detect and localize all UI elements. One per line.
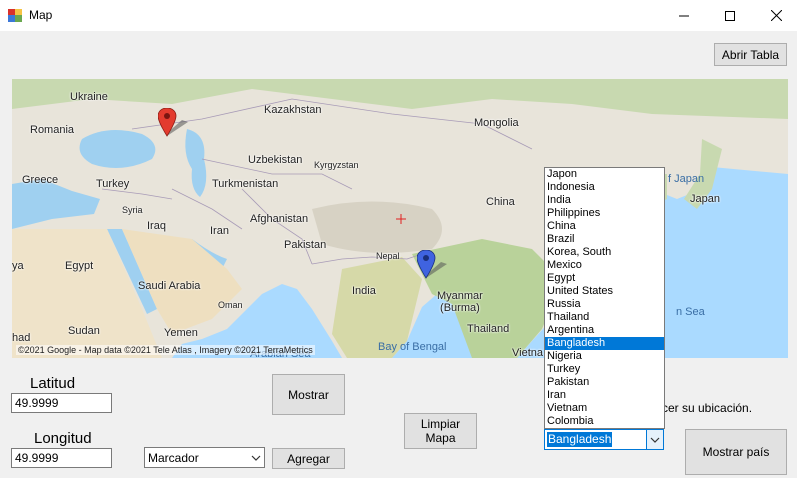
country-list-item[interactable]: Egypt	[545, 272, 664, 285]
minimize-button[interactable]	[661, 0, 707, 31]
map-label-japan: Japan	[690, 193, 720, 205]
mostrar-pais-button[interactable]: Mostrar país	[685, 429, 787, 475]
map-label-thailand: Thailand	[467, 323, 510, 335]
country-list-item[interactable]: Japon	[545, 168, 664, 181]
longitud-input[interactable]	[11, 448, 112, 468]
map-label-greece: Greece	[22, 174, 59, 186]
map-label-iraq: Iraq	[147, 220, 166, 232]
marcador-select[interactable]: Marcador	[144, 447, 265, 468]
abrir-tabla-button[interactable]: Abrir Tabla	[714, 43, 787, 66]
country-list-item[interactable]: Russia	[545, 298, 664, 311]
map-label-pakistan: Pakistan	[284, 239, 327, 251]
map-label-syria: Syria	[122, 205, 143, 215]
map-label-saudi: Saudi Arabia	[138, 280, 201, 292]
country-list-item[interactable]: Argentina	[545, 324, 664, 337]
country-list-item[interactable]: Pakistan	[545, 376, 664, 389]
country-dropdown-list[interactable]: Japon Indonesia India Philippines China Brazi…	[544, 167, 665, 429]
map-label-sea: n Sea	[676, 306, 705, 318]
map-label-egypt: Egypt	[65, 260, 94, 272]
blue-pin-icon	[417, 250, 447, 279]
map-label-ukraine: Ukraine	[70, 91, 108, 103]
app-icon	[8, 9, 22, 22]
limpiar-mapa-button[interactable]: Limpiar Mapa	[404, 413, 477, 449]
chevron-down-icon[interactable]	[646, 430, 663, 449]
map-label-myanmar: Myanmar (Burma)	[437, 290, 483, 314]
map-label-bay-of-bengal: Bay of Bengal	[378, 341, 447, 353]
red-pin-icon	[158, 108, 188, 137]
marcador-select-value: Marcador	[148, 451, 199, 465]
country-list-item[interactable]: Colombia	[545, 415, 664, 428]
country-list-item[interactable]: Iran	[545, 389, 664, 402]
map-label-ya: ya	[12, 260, 24, 272]
latitud-label: Latitud	[30, 375, 76, 392]
map-label-romania: Romania	[30, 124, 75, 136]
close-icon	[770, 10, 782, 21]
map-label-kazakhstan: Kazakhstan	[264, 104, 322, 116]
chevron-down-icon	[251, 452, 261, 466]
country-list-item[interactable]: Vietnam	[545, 402, 664, 415]
country-list-item[interactable]: India	[545, 194, 664, 207]
country-list-item[interactable]: Brazil	[545, 233, 664, 246]
map-label-mongolia: Mongolia	[474, 117, 519, 129]
minimize-icon	[679, 15, 689, 16]
map-label-sudan: Sudan	[68, 325, 100, 337]
country-list-item[interactable]: Turkey	[545, 363, 664, 376]
longitud-label: Longitud	[34, 430, 92, 447]
close-button[interactable]	[753, 0, 797, 31]
map-label-turkmenistan: Turkmenistan	[212, 178, 279, 190]
map-terrain	[12, 79, 788, 358]
latitud-input[interactable]	[11, 393, 112, 413]
map-label-india: India	[352, 285, 376, 297]
map-label-china: China	[486, 196, 515, 208]
country-list-item[interactable]: Korea, South	[545, 246, 664, 259]
country-list-item[interactable]: Philippines	[545, 207, 664, 220]
window-title: Map	[29, 8, 53, 22]
map-label-uzbekistan: Uzbekistan	[248, 154, 303, 166]
map-label-yemen: Yemen	[164, 327, 198, 339]
country-list-item[interactable]: China	[545, 220, 664, 233]
map-label-vietnam: Vietna	[512, 347, 543, 358]
map-label-afghanistan: Afghanistan	[250, 213, 309, 225]
country-list-item[interactable]: Mexico	[545, 259, 664, 272]
map-label-oman: Oman	[218, 300, 243, 310]
map-attribution: ©2021 Google - Map data ©2021 Tele Atlas…	[16, 345, 315, 355]
maximize-button[interactable]	[707, 0, 753, 31]
mostrar-button[interactable]: Mostrar	[272, 374, 345, 415]
country-list-item[interactable]: Thailand	[545, 311, 664, 324]
ubicacion-label: cer su ubicación.	[662, 401, 753, 415]
country-list-item[interactable]: Bangladesh	[545, 337, 664, 350]
country-select-value: Bangladesh	[547, 432, 613, 447]
country-select[interactable]: Bangladesh	[544, 429, 664, 450]
country-list-item[interactable]: Nigeria	[545, 350, 664, 363]
title-bar: Map	[0, 0, 797, 31]
country-list-item[interactable]: United States	[545, 285, 664, 298]
map-label-sea-of-japan: f Japan	[668, 173, 705, 185]
map-label-kyrgyzstan: Kyrgyzstan	[314, 160, 359, 170]
country-list-item[interactable]: Indonesia	[545, 181, 664, 194]
map-label-had: had	[12, 332, 31, 344]
agregar-button[interactable]: Agregar	[272, 448, 345, 469]
map-label-turkey: Turkey	[96, 178, 130, 190]
blue-map-marker[interactable]	[417, 250, 451, 280]
map-view[interactable]: Ukraine Kazakhstan Mongolia Romania Uzbe…	[12, 79, 788, 358]
map-label-iran: Iran	[210, 225, 229, 237]
map-label-nepal: Nepal	[376, 251, 400, 261]
red-map-marker[interactable]	[158, 108, 192, 138]
maximize-icon	[725, 10, 735, 21]
